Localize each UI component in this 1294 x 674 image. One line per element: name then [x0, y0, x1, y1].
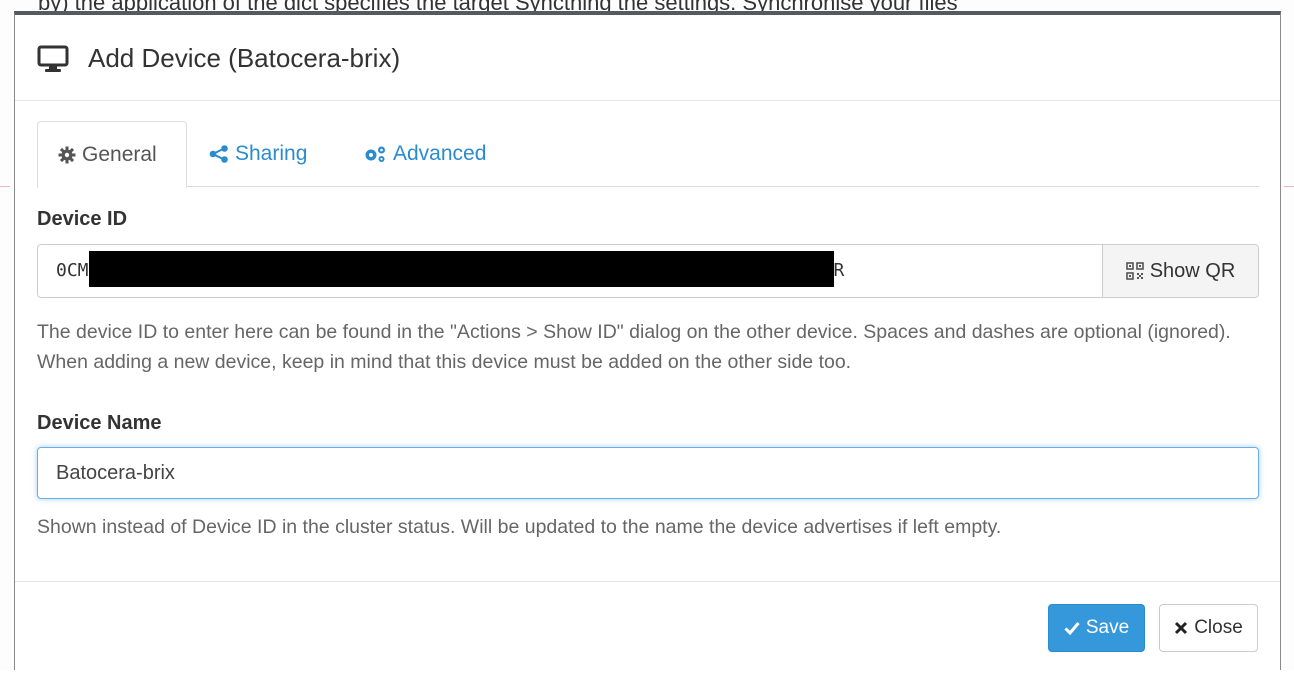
close-icon	[1175, 621, 1188, 635]
close-button[interactable]: Close	[1159, 604, 1258, 652]
device-id-input-group: 0CM R Show QR	[37, 244, 1259, 298]
tab-sharing[interactable]: Sharing	[209, 121, 307, 187]
add-device-modal: Add Device (Batocera-brix) General Shari…	[14, 11, 1281, 670]
close-button-label: Close	[1194, 617, 1243, 638]
show-qr-button[interactable]: Show QR	[1102, 245, 1258, 297]
tab-general-label: General	[82, 142, 157, 166]
device-name-input[interactable]	[37, 447, 1259, 499]
device-name-label: Device Name	[37, 412, 162, 434]
check-icon	[1064, 622, 1080, 635]
tab-advanced-label: Advanced	[393, 142, 487, 165]
redaction-bar	[88, 251, 834, 287]
tab-bar: General Sharing Advanced	[37, 121, 1259, 188]
share-icon	[209, 145, 228, 163]
save-button-label: Save	[1085, 617, 1130, 638]
tab-advanced[interactable]: Advanced	[363, 121, 486, 187]
device-id-suffix: R	[833, 260, 845, 281]
qrcode-icon	[1125, 262, 1144, 280]
save-button[interactable]: Save	[1048, 604, 1145, 652]
tab-general[interactable]: General	[37, 121, 187, 188]
gears-icon	[365, 146, 385, 162]
background-divider-right	[1284, 186, 1294, 187]
device-id-label: Device ID	[37, 208, 128, 230]
modal-header: Add Device (Batocera-brix)	[15, 15, 1280, 101]
device-id-prefix: 0CM	[56, 260, 89, 281]
modal-title: Add Device (Batocera-brix)	[88, 43, 401, 73]
show-qr-label: Show QR	[1149, 259, 1236, 282]
modal-footer: Save Close	[15, 581, 1280, 674]
desktop-monitor-icon	[37, 45, 69, 72]
gear-icon	[58, 146, 76, 163]
device-id-help: The device ID to enter here can be found…	[37, 321, 1231, 373]
device-name-help: Shown instead of Device ID in the cluste…	[37, 516, 1002, 538]
background-divider-left	[0, 186, 10, 187]
tab-sharing-label: Sharing	[235, 142, 308, 165]
device-id-input[interactable]: 0CM R	[38, 245, 1102, 297]
